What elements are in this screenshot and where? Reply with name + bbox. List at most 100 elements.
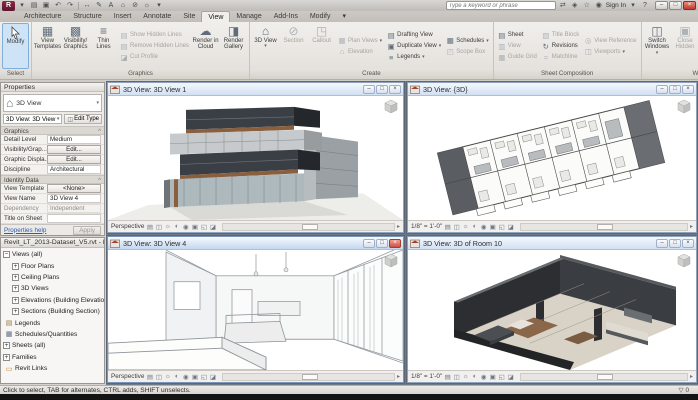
revisions-button[interactable]: ↻ Revisions xyxy=(540,41,581,52)
crop-view-icon[interactable]: ▣ xyxy=(489,223,496,231)
shadows-icon[interactable]: ◐ xyxy=(173,373,180,380)
3d-view-button[interactable]: ⌂ 3D View ▾ xyxy=(252,23,279,69)
detail-level-value[interactable]: Medium xyxy=(47,135,101,145)
scroll-right-icon[interactable]: ▸ xyxy=(690,373,693,380)
viewport1-close-button[interactable]: × xyxy=(389,84,401,94)
sun-path-icon[interactable]: ☼ xyxy=(462,373,469,380)
visual-style-icon[interactable]: ◫ xyxy=(453,223,460,231)
help-icon[interactable]: ? xyxy=(640,1,650,11)
section-icon[interactable]: ⊘ xyxy=(130,1,140,11)
scroll-right-icon[interactable]: ▸ xyxy=(397,373,400,380)
modify-button[interactable]: Modify xyxy=(2,23,29,69)
sun-path-icon[interactable]: ☼ xyxy=(164,373,171,380)
customize-qat-icon[interactable]: ▾ xyxy=(154,1,164,11)
tab-options-dropdown-icon[interactable]: ▾ xyxy=(336,11,352,22)
viewport4-scale[interactable]: 1/8" = 1'-0" xyxy=(411,373,442,380)
close-button[interactable]: × xyxy=(683,1,696,10)
project-browser-title[interactable]: Revit_LT_2013-Dataset_V5.rvt - Proje... xyxy=(1,238,104,248)
render-gallery-button[interactable]: ◨ Render Gallery xyxy=(220,23,247,69)
viewport3-titlebar[interactable]: 3D View: 3D View 4 – □ × xyxy=(108,237,403,250)
viewport-3d[interactable]: 3D View: {3D} – □ × 1/8" = 1'-0" ▤ ◫ ☼ ◐… xyxy=(407,82,697,233)
expand-icon[interactable]: + xyxy=(3,342,10,350)
3d-view-dropdown-icon[interactable]: ▾ xyxy=(264,44,267,50)
drafting-view-button[interactable]: ▤ Drafting View xyxy=(385,30,443,41)
tab-manage[interactable]: Manage xyxy=(230,11,267,22)
maximize-button[interactable]: □ xyxy=(669,1,682,10)
undo-icon[interactable]: ↶ xyxy=(53,1,63,11)
exchange-apps-icon[interactable]: ⇄ xyxy=(558,1,568,11)
detail-level-icon[interactable]: ▤ xyxy=(146,373,153,381)
crop-view-icon[interactable]: ▣ xyxy=(191,223,198,231)
identity-data-section-header[interactable]: Identity Data ^ xyxy=(1,175,104,185)
tab-annotate[interactable]: Annotate xyxy=(137,11,177,22)
crop-region-icon[interactable]: ◱ xyxy=(498,223,505,231)
scrollbar-thumb[interactable] xyxy=(597,223,614,230)
visibility-graphics-button[interactable]: ▩ Visibility/ Graphics xyxy=(62,23,89,69)
viewport1-titlebar[interactable]: 3D View: 3D View 1 – □ × xyxy=(108,83,403,96)
viewport1-scale[interactable]: Perspective xyxy=(111,223,144,230)
duplicate-view-dropdown-icon[interactable]: ▾ xyxy=(439,43,442,49)
scroll-right-icon[interactable]: ▸ xyxy=(690,223,693,230)
viewport3-scale[interactable]: Perspective xyxy=(111,373,144,380)
app-menu-dropdown-icon[interactable]: ▾ xyxy=(17,1,27,11)
view-templates-button[interactable]: ▦ View Templates xyxy=(34,23,61,69)
sun-icon[interactable]: ☼ xyxy=(142,1,152,11)
sign-in-icon[interactable]: ◉ xyxy=(594,1,604,11)
viewport4-horizontal-scrollbar[interactable] xyxy=(520,372,688,381)
visual-style-icon[interactable]: ◫ xyxy=(453,373,460,381)
viewport4-minimize-button[interactable]: – xyxy=(656,238,668,248)
viewport2-titlebar[interactable]: 3D View: {3D} – □ × xyxy=(408,83,696,96)
search-box[interactable] xyxy=(445,1,556,10)
thin-lines-button[interactable]: ≡ Thin Lines xyxy=(90,23,117,69)
temporary-hide-icon[interactable]: ◪ xyxy=(209,373,216,381)
schedules-dropdown-icon[interactable]: ▾ xyxy=(486,38,489,44)
scroll-right-icon[interactable]: ▸ xyxy=(397,223,400,230)
sheet-button[interactable]: ▤ Sheet xyxy=(496,30,539,41)
viewport1-minimize-button[interactable]: – xyxy=(363,84,375,94)
collapse-icon[interactable]: − xyxy=(3,251,10,259)
viewport4-close-button[interactable]: × xyxy=(682,238,694,248)
favorites-icon[interactable]: ☆ xyxy=(582,1,592,11)
expand-icon[interactable]: + xyxy=(12,308,19,316)
render-in-cloud-button[interactable]: ☁ Render in Cloud xyxy=(192,23,219,69)
viewport-3d-of-room-10[interactable]: 3D View: 3D of Room 10 – □ × 1/8" = 1'-0… xyxy=(407,236,697,383)
scrollbar-thumb[interactable] xyxy=(301,373,318,380)
viewport1-canvas[interactable] xyxy=(108,96,403,220)
crop-region-icon[interactable]: ◱ xyxy=(200,373,207,381)
search-input[interactable] xyxy=(446,2,555,9)
viewport2-restore-button[interactable]: □ xyxy=(669,84,681,94)
expand-icon[interactable]: + xyxy=(12,262,19,270)
identity-collapse-icon[interactable]: ^ xyxy=(98,176,104,184)
tab-modify[interactable]: Modify xyxy=(304,11,337,22)
viewcube[interactable] xyxy=(383,99,399,115)
tab-add-ins[interactable]: Add-Ins xyxy=(268,11,304,22)
expand-icon[interactable]: + xyxy=(12,285,19,293)
rendering-icon[interactable]: ◉ xyxy=(182,373,189,381)
legends-button[interactable]: ≡ Legends ▾ xyxy=(385,52,443,63)
text-icon[interactable]: A xyxy=(106,1,116,11)
discipline-value[interactable]: Architectural xyxy=(47,165,101,175)
tab-site[interactable]: Site xyxy=(177,11,201,22)
expand-icon[interactable]: + xyxy=(12,273,19,281)
viewport1-horizontal-scrollbar[interactable] xyxy=(222,222,395,231)
tab-insert[interactable]: Insert xyxy=(108,11,138,22)
visibility-edit-button[interactable]: Edit... xyxy=(47,145,101,155)
viewport1-restore-button[interactable]: □ xyxy=(376,84,388,94)
tree-item-sections[interactable]: + Sections (Building Section) xyxy=(1,306,104,317)
graphic-display-edit-button[interactable]: Edit... xyxy=(47,155,101,165)
scrollbar-thumb[interactable] xyxy=(301,223,318,230)
expand-icon[interactable]: + xyxy=(12,296,19,304)
viewport3-restore-button[interactable]: □ xyxy=(376,238,388,248)
properties-title[interactable]: Properties xyxy=(1,83,104,93)
properties-help-link[interactable]: Properties help xyxy=(4,227,46,234)
open-icon[interactable]: ▤ xyxy=(29,1,39,11)
measure-icon[interactable]: ↔ xyxy=(82,1,92,11)
minimize-button[interactable]: – xyxy=(655,1,668,10)
viewport-3d-view-4[interactable]: 3D View: 3D View 4 – □ × Perspective ▤ ◫… xyxy=(107,236,404,383)
communication-center-icon[interactable]: ◈ xyxy=(570,1,580,11)
detail-level-icon[interactable]: ▤ xyxy=(444,373,451,381)
type-selector[interactable]: ⌂ 3D View ▾ xyxy=(3,94,102,113)
apply-button[interactable]: Apply xyxy=(73,225,101,235)
viewport2-scale[interactable]: 1/8" = 1'-0" xyxy=(411,223,442,230)
viewcube[interactable] xyxy=(676,99,692,115)
